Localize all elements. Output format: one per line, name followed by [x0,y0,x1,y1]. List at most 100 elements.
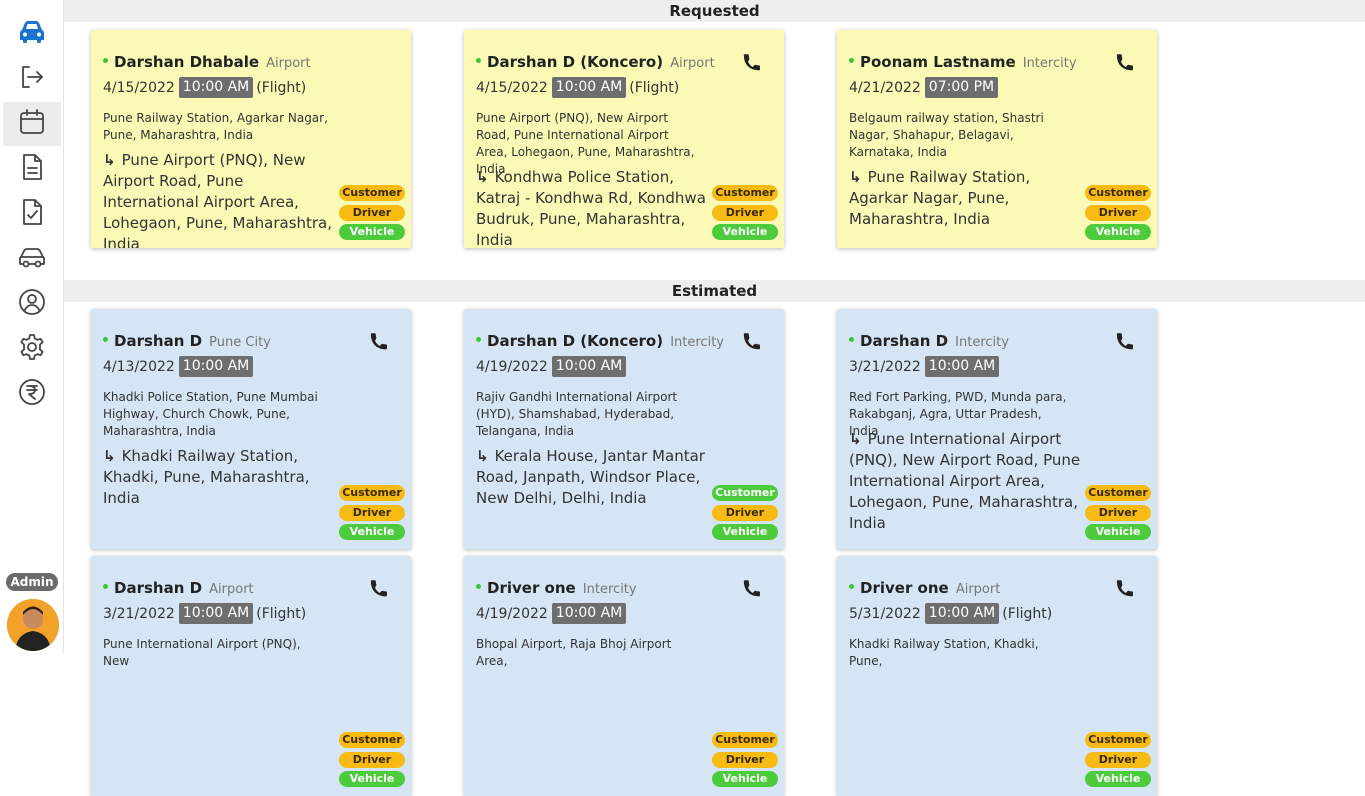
customer-name[interactable]: Driver one [860,579,949,597]
vehicle-status-badge[interactable]: Vehicle [339,524,405,540]
card-header: Driver one Intercity [476,578,637,597]
date-time-row: 4/21/2022 07:00 PM [849,77,1001,98]
sidebar-nav-rupee[interactable] [3,372,61,416]
customer-status-badge[interactable]: Customer [712,485,778,501]
customer-name[interactable]: Darshan D [114,332,202,350]
phone-icon[interactable] [742,578,764,600]
status-dot [103,584,108,589]
customer-name[interactable]: Darshan D [860,332,948,350]
ride-date: 4/19/2022 [476,358,548,375]
dropoff-arrow-icon: ↳ [103,447,116,465]
admin-role-badge: Admin [6,573,58,591]
customer-status-badge[interactable]: Customer [712,185,778,201]
card-header: Driver one Airport [849,578,1000,597]
ride-time-badge: 10:00 AM [924,356,1000,377]
card-header: Darshan D (Koncero) Intercity [476,331,724,350]
driver-status-badge[interactable]: Driver [712,204,778,221]
vehicle-status-badge[interactable]: Vehicle [339,224,405,240]
sidebar-nav-car-outline[interactable] [3,237,61,281]
sidebar-nav-gear[interactable] [3,327,61,371]
vehicle-status-badge[interactable]: Vehicle [712,524,778,540]
dropoff-arrow-icon: ↳ [476,168,489,186]
customer-status-badge[interactable]: Customer [339,732,405,748]
sidebar-nav-user-profile[interactable] [3,282,61,326]
ride-date: 4/21/2022 [849,79,921,96]
ride-date: 5/31/2022 [849,605,921,622]
customer-status-badge[interactable]: Customer [712,732,778,748]
vehicle-status-badge[interactable]: Vehicle [712,771,778,787]
ride-type: Airport [955,582,1001,597]
car-filled-icon [17,17,47,51]
driver-status-badge[interactable]: Driver [712,504,778,521]
ride-card[interactable]: Darshan D (Koncero) Airport 4/15/2022 10:0… [464,30,784,248]
gear-icon [17,332,47,366]
phone-icon[interactable] [742,52,764,74]
section-header-estimated: Estimated [64,280,1365,302]
pickup-address: Pune International Airport (PNQ), New [103,637,301,668]
sidebar-nav-document[interactable] [3,147,61,191]
sidebar-nav-checklist[interactable] [3,192,61,236]
ride-card[interactable]: Driver one Airport 5/31/2022 10:00 AM (Flig… [837,556,1157,796]
pickup-address: Pune Railway Station, Agarkar Nagar, Pun… [103,111,328,142]
date-time-row: 3/21/2022 10:00 AM (Flight) [103,603,306,624]
dropoff-arrow-icon: ↳ [476,447,489,465]
driver-status-badge[interactable]: Driver [1085,504,1151,521]
card-header: Darshan D (Koncero) Airport [476,52,715,71]
ride-card[interactable]: Darshan D Pune City 4/13/2022 10:00 AM Khad… [91,309,411,549]
phone-icon[interactable] [369,578,391,600]
vehicle-status-badge[interactable]: Vehicle [1085,224,1151,240]
driver-status-badge[interactable]: Driver [339,504,405,521]
customer-status-badge[interactable]: Customer [339,485,405,501]
customer-status-badge[interactable]: Customer [1085,732,1151,748]
sidebar-nav-car-filled[interactable] [3,12,61,56]
phone-icon[interactable] [1115,52,1137,74]
ride-card[interactable]: Darshan D Intercity 3/21/2022 10:00 AM Red … [837,309,1157,549]
phone-icon[interactable] [1115,578,1137,600]
customer-name[interactable]: Driver one [487,579,576,597]
status-dot [849,584,854,589]
phone-icon[interactable] [742,331,764,353]
dropoff-address: ↳ Pune Airport (PNQ), New Airport Road, P… [103,150,343,248]
pickup-address: Rajiv Gandhi International Airport (HYD)… [476,390,678,438]
date-time-row: 4/13/2022 10:00 AM [103,356,256,377]
phone-icon[interactable] [369,331,391,353]
driver-status-badge[interactable]: Driver [339,204,405,221]
sidebar-nav-calendar[interactable] [3,102,61,146]
sidebar-nav-logout[interactable] [3,57,61,101]
customer-name[interactable]: Darshan D (Koncero) [487,53,663,71]
ride-time-badge: 07:00 PM [924,77,999,98]
ride-card[interactable]: Poonam Lastname Intercity 4/21/2022 07:00 … [837,30,1157,248]
customer-name[interactable]: Darshan Dhabale [114,53,259,71]
dropoff-text: Khadki Railway Station, Khadki, Pune, Ma… [103,447,310,507]
driver-status-badge[interactable]: Driver [1085,751,1151,768]
ride-card[interactable]: Darshan D (Koncero) Intercity 4/19/2022 10… [464,309,784,549]
driver-status-badge[interactable]: Driver [712,751,778,768]
phone-icon[interactable] [1115,331,1137,353]
document-icon [17,152,47,186]
dropoff-text: Kerala House, Jantar Mantar Road, Janpat… [476,447,705,507]
ride-card[interactable]: Darshan Dhabale Airport 4/15/2022 10:00 AM… [91,30,411,248]
pickup-address: Khadki Railway Station, Khadki, Pune, [849,637,1039,668]
vehicle-status-badge[interactable]: Vehicle [1085,524,1151,540]
dropoff-address: ↳ Khadki Railway Station, Khadki, Pune, M… [103,446,343,509]
vehicle-status-badge[interactable]: Vehicle [712,224,778,240]
avatar[interactable] [7,599,59,651]
customer-status-badge[interactable]: Customer [1085,185,1151,201]
driver-status-badge[interactable]: Driver [339,751,405,768]
vehicle-status-badge[interactable]: Vehicle [1085,771,1151,787]
ride-time-badge: 10:00 AM [178,356,254,377]
driver-status-badge[interactable]: Driver [1085,204,1151,221]
customer-name[interactable]: Darshan D (Koncero) [487,332,663,350]
vehicle-status-badge[interactable]: Vehicle [339,771,405,787]
ride-card[interactable]: Darshan D Airport 3/21/2022 10:00 AM (Fligh… [91,556,411,796]
ride-time-badge: 10:00 AM [178,77,254,98]
ride-card[interactable]: Driver one Intercity 4/19/2022 10:00 AM Bho… [464,556,784,796]
customer-name[interactable]: Poonam Lastname [860,53,1016,71]
customer-name[interactable]: Darshan D [114,579,202,597]
customer-status-badge[interactable]: Customer [339,185,405,201]
dropoff-arrow-icon: ↳ [849,168,862,186]
ride-type: Airport [266,56,311,71]
ride-date: 4/19/2022 [476,605,548,622]
customer-status-badge[interactable]: Customer [1085,485,1151,501]
checklist-icon [17,197,47,231]
